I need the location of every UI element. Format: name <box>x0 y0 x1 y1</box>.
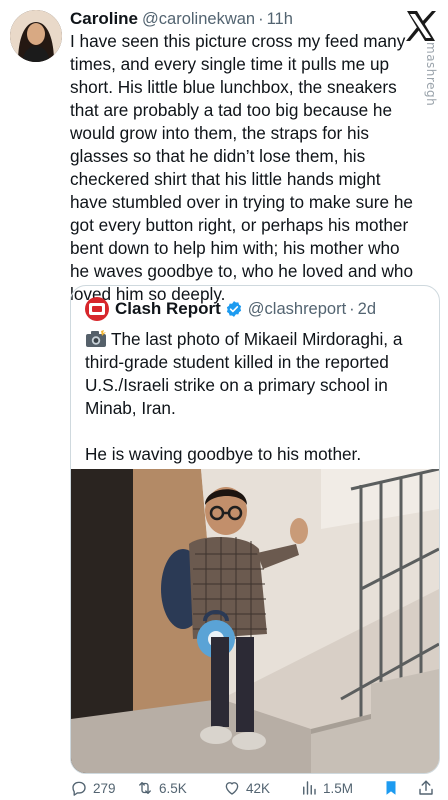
quoted-tweet-header: Clash Report @clashreport · 2d <box>85 297 376 321</box>
heart-icon <box>225 782 239 795</box>
avatar[interactable] <box>10 10 62 62</box>
camera-flash-icon <box>86 330 106 347</box>
share-icon <box>419 780 433 795</box>
like-button[interactable]: 42K <box>223 779 270 797</box>
quoted-separator-dot: · <box>349 299 355 318</box>
quoted-text-body: The last photo of Mikaeil Mirdoraghi, a … <box>85 329 403 464</box>
view-count: 1.5M <box>323 780 354 796</box>
author-display-name[interactable]: Caroline <box>70 9 138 29</box>
tweet-text: I have seen this picture cross my feed m… <box>70 31 414 304</box>
quoted-timestamp[interactable]: 2d <box>358 300 376 319</box>
tweet[interactable]: Caroline @carolinekwan · 11h mashregh I … <box>0 0 448 800</box>
repost-button[interactable]: 6.5K <box>136 779 187 797</box>
bookmark-button[interactable] <box>382 779 400 797</box>
author-handle[interactable]: @carolinekwan <box>142 10 255 29</box>
repost-icon <box>139 782 151 794</box>
reply-button[interactable]: 279 <box>70 779 116 797</box>
quoted-display-name[interactable]: Clash Report <box>115 299 221 319</box>
quoted-avatar[interactable] <box>85 297 109 321</box>
reply-count: 279 <box>93 780 116 796</box>
tweet-header: Caroline @carolinekwan · 11h <box>70 9 293 31</box>
verified-badge-icon <box>226 301 241 317</box>
quoted-tweet[interactable]: Clash Report @clashreport · 2d The last … <box>70 285 440 774</box>
reply-icon <box>72 781 86 796</box>
quoted-photo[interactable] <box>71 469 439 773</box>
quoted-tweet-text: The last photo of Mikaeil Mirdoraghi, a … <box>85 328 430 466</box>
quoted-handle[interactable]: @clashreport <box>248 300 346 319</box>
action-bar: 279 6.5K 42K 1.5M <box>60 776 440 800</box>
views-icon <box>303 781 316 795</box>
views-button[interactable]: 1.5M <box>300 779 353 797</box>
share-button[interactable] <box>417 779 435 797</box>
repost-count: 6.5K <box>159 780 187 796</box>
separator-dot: · <box>258 10 264 28</box>
like-count: 42K <box>246 780 271 796</box>
bookmark-icon <box>386 781 396 795</box>
timestamp[interactable]: 11h <box>267 10 293 29</box>
